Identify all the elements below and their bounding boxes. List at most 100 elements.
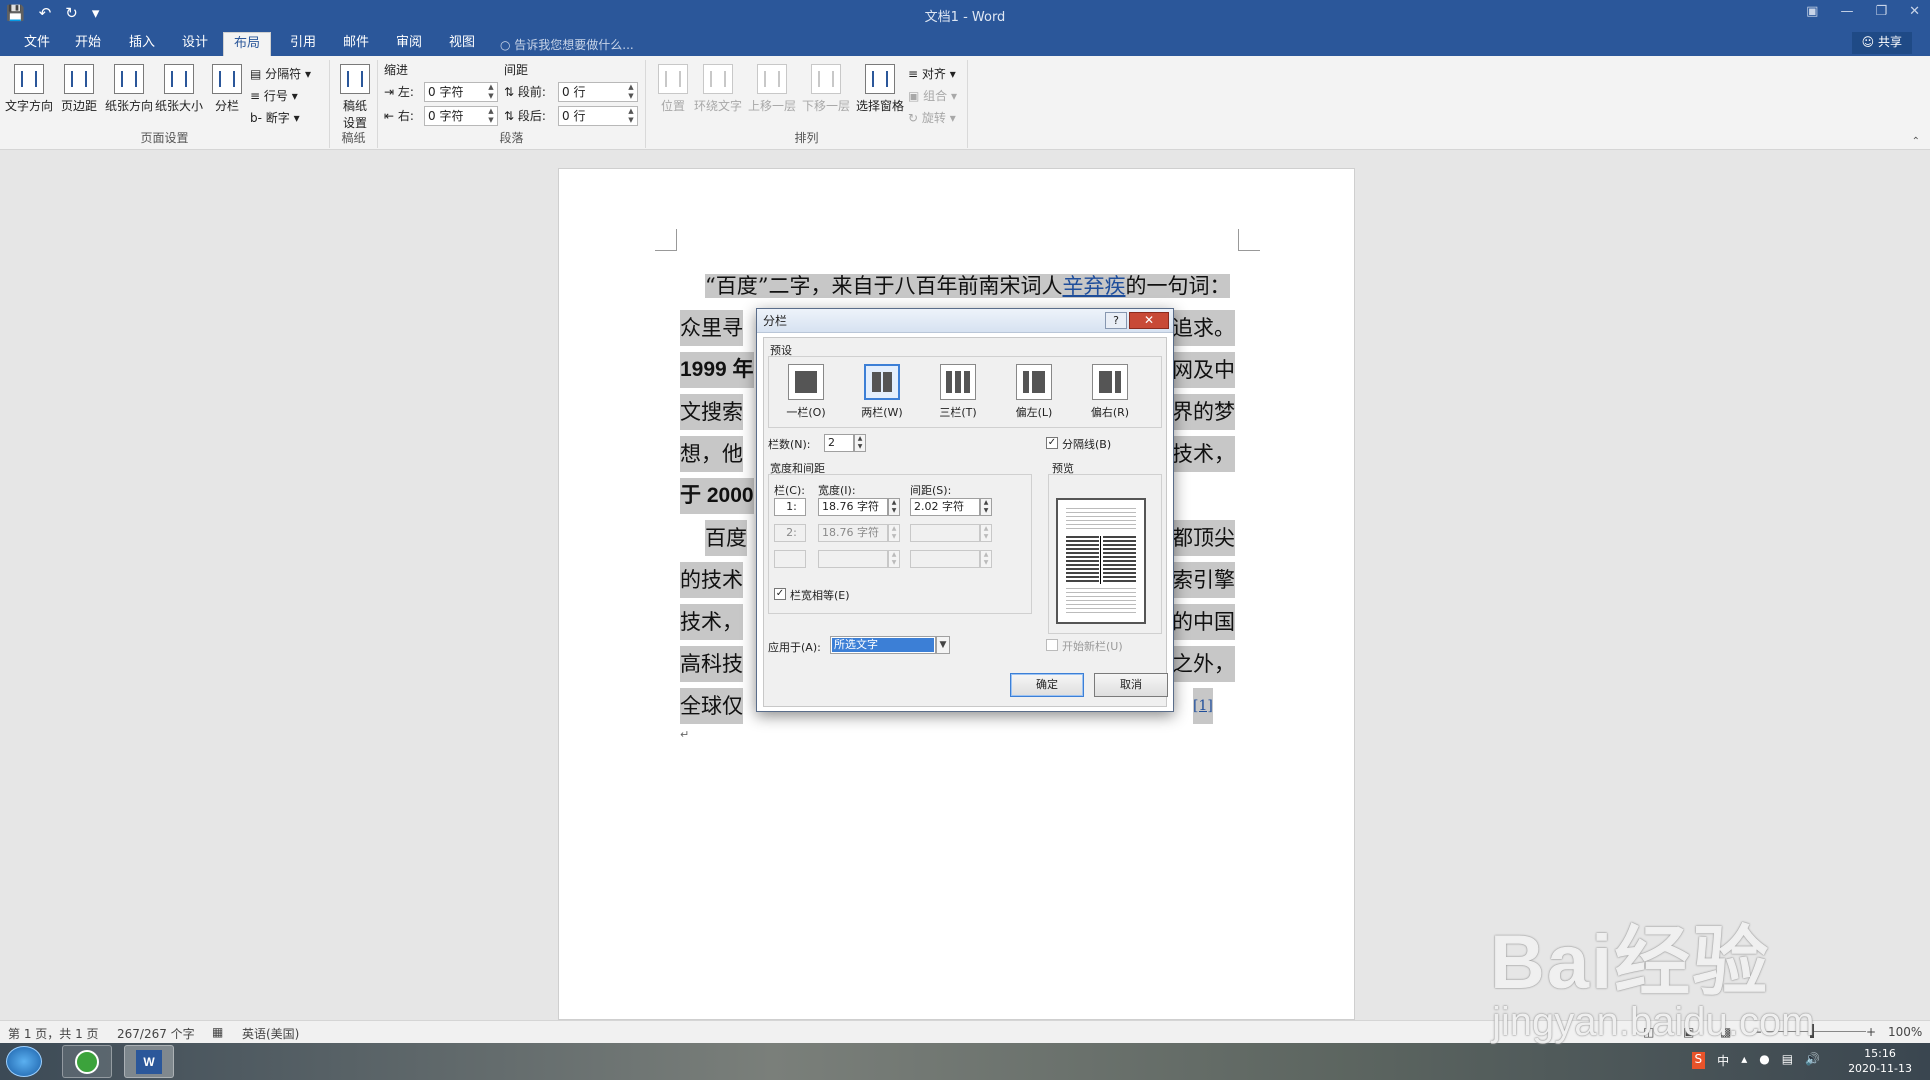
selection-pane-button[interactable]: 选择窗格 (852, 62, 908, 114)
dialog-close-button[interactable]: ✕ (1129, 312, 1169, 329)
col-1-spacing-input[interactable]: 2.02 字符 (910, 498, 980, 516)
qq-icon[interactable]: ● (1759, 1052, 1769, 1069)
tray-expand-icon[interactable]: ▴ (1741, 1052, 1747, 1069)
word-count[interactable]: 267/267 个字 (117, 1025, 195, 1042)
apply-to-dropdown-icon[interactable]: ▼ (936, 636, 950, 654)
indent-right-spinner[interactable]: ▲ ▼ (485, 107, 497, 125)
group-button[interactable]: ▣ 组合 ▾ (908, 86, 957, 106)
col-3-width-input[interactable] (818, 550, 888, 568)
zoom-level[interactable]: 100% (1888, 1025, 1922, 1039)
preset-two-label: 两栏(W) (861, 406, 903, 419)
spacing-after-input[interactable]: 0 行 ▲ ▼ (558, 106, 638, 126)
tab-insert[interactable]: 插入 (119, 32, 165, 56)
tell-me-box[interactable]: ○ 告诉我您想要做什么... (500, 36, 634, 53)
network-icon[interactable]: ▤ (1782, 1052, 1793, 1069)
preset-two-columns[interactable] (864, 364, 900, 400)
tab-references[interactable]: 引用 (280, 32, 326, 56)
rotate-button[interactable]: ↻ 旋转 ▾ (908, 108, 956, 128)
indent-right-input[interactable]: 0 字符 ▲ ▼ (424, 106, 498, 126)
columns-button[interactable]: 分栏 (202, 62, 252, 114)
volume-icon[interactable]: 🔊 (1805, 1052, 1820, 1069)
tab-view[interactable]: 视图 (439, 32, 485, 56)
paragraph-group-label: 段落 (499, 131, 524, 145)
line-between-checkbox[interactable]: ✓ (1046, 437, 1058, 449)
apply-to-select[interactable]: 所选文字 (830, 636, 936, 654)
orientation-button[interactable]: 纸张方向 (104, 62, 154, 114)
col-1-spacing-spinner[interactable]: ▲ ▼ (980, 498, 992, 516)
send-backward-button[interactable]: 下移一层 (798, 62, 854, 114)
text-direction-button[interactable]: 文字方向 (4, 62, 54, 114)
tab-file[interactable]: 文件 (14, 32, 60, 56)
ime-mode[interactable]: 中 (1717, 1052, 1729, 1069)
wrap-text-button[interactable]: 环绕文字 (690, 62, 746, 114)
breaks-button[interactable]: ▤ 分隔符 ▾ (250, 64, 311, 84)
num-columns-spinner[interactable]: ▲ ▼ (854, 434, 866, 452)
size-button[interactable]: 纸张大小 (154, 62, 204, 114)
preset-one-column[interactable] (788, 364, 824, 400)
col-3-spacing-spinner[interactable]: ▲ ▼ (980, 550, 992, 568)
collapse-ribbon-icon[interactable]: ⌃ (1912, 136, 1920, 147)
col-2-index: 2: (774, 524, 806, 542)
preset-three-columns[interactable] (940, 364, 976, 400)
col-1-width-spinner[interactable]: ▲ ▼ (888, 498, 900, 516)
preview-page (1056, 498, 1146, 624)
indent-left-input[interactable]: 0 字符 ▲ ▼ (424, 82, 498, 102)
minimize-icon[interactable]: — (1840, 4, 1853, 19)
orientation-label: 纸张方向 (104, 99, 153, 113)
spacing-before-spinner[interactable]: ▲ ▼ (625, 83, 637, 101)
col-3-width-spinner[interactable]: ▲ ▼ (888, 550, 900, 568)
num-columns-label: 栏数(N): (768, 438, 811, 451)
restore-icon[interactable]: ❐ (1875, 4, 1887, 19)
page-count[interactable]: 第 1 页，共 1 页 (8, 1025, 99, 1042)
clock[interactable]: 15:16 2020-11-13 (1848, 1046, 1912, 1076)
num-columns-input[interactable]: 2 (824, 434, 854, 452)
xinqiji-link[interactable]: 辛弃疾 (1062, 274, 1125, 298)
hyphenation-button[interactable]: b- 断字 ▾ (250, 108, 300, 128)
col-1-width-input[interactable]: 18.76 字符 (818, 498, 888, 516)
tab-review[interactable]: 审阅 (386, 32, 432, 56)
col-3-spacing-input[interactable] (910, 550, 980, 568)
tab-mailings[interactable]: 邮件 (333, 32, 379, 56)
preset-left-column[interactable] (1016, 364, 1052, 400)
col-2-spacing-spinner[interactable]: ▲ ▼ (980, 524, 992, 542)
manuscript-settings-button[interactable]: 稿纸 设置 (330, 62, 380, 131)
footnote-reference[interactable]: [1] (1193, 688, 1213, 724)
indent-left-spinner[interactable]: ▲ ▼ (485, 83, 497, 101)
col-2-width-input[interactable]: 18.76 字符 (818, 524, 888, 542)
browser-taskbar-item[interactable] (62, 1045, 112, 1078)
dialog-title: 分栏 (763, 314, 788, 328)
col-3-index (774, 550, 806, 568)
cancel-button[interactable]: 取消 (1094, 673, 1168, 697)
ribbon-display-icon[interactable]: ▣ (1806, 4, 1818, 19)
tab-home[interactable]: 开始 (65, 32, 111, 56)
tab-design[interactable]: 设计 (172, 32, 218, 56)
share-button[interactable]: ☺ 共享 (1851, 32, 1912, 54)
line-numbers-button[interactable]: ≡ 行号 ▾ (250, 86, 298, 106)
manuscript-group: 稿纸 设置 稿纸 (330, 60, 378, 148)
tab-layout[interactable]: 布局 (223, 32, 272, 56)
preset-right-column[interactable] (1092, 364, 1128, 400)
preview-bottom-lines (1066, 588, 1136, 616)
start-button[interactable] (6, 1046, 42, 1077)
spacing-header: 间距(S): (910, 484, 952, 497)
margins-button[interactable]: 页边距 (54, 62, 104, 114)
dialog-help-button[interactable]: ? (1105, 312, 1127, 329)
align-button[interactable]: ≡ 对齐 ▾ (908, 64, 956, 84)
close-icon[interactable]: ✕ (1909, 4, 1920, 19)
share-label: 共享 (1877, 35, 1902, 49)
ok-button[interactable]: 确定 (1010, 673, 1084, 697)
col-2-spacing-input[interactable] (910, 524, 980, 542)
start-new-column-checkbox[interactable] (1046, 639, 1058, 651)
language[interactable]: 英语(美国) (242, 1025, 299, 1042)
doc-line-9-right: 的中国 (1172, 604, 1235, 640)
spacing-after-spinner[interactable]: ▲ ▼ (625, 107, 637, 125)
zoom-in-icon[interactable]: + (1866, 1025, 1876, 1039)
proofing-icon[interactable]: ▦ (212, 1025, 223, 1039)
bring-forward-button[interactable]: 上移一层 (744, 62, 800, 114)
equal-width-checkbox[interactable]: ✓ (774, 588, 786, 600)
word-taskbar-item[interactable]: W (124, 1045, 174, 1078)
browser-icon (75, 1050, 99, 1074)
col-2-width-spinner[interactable]: ▲ ▼ (888, 524, 900, 542)
spacing-before-input[interactable]: 0 行 ▲ ▼ (558, 82, 638, 102)
ime-app-icon[interactable]: S (1691, 1052, 1706, 1069)
